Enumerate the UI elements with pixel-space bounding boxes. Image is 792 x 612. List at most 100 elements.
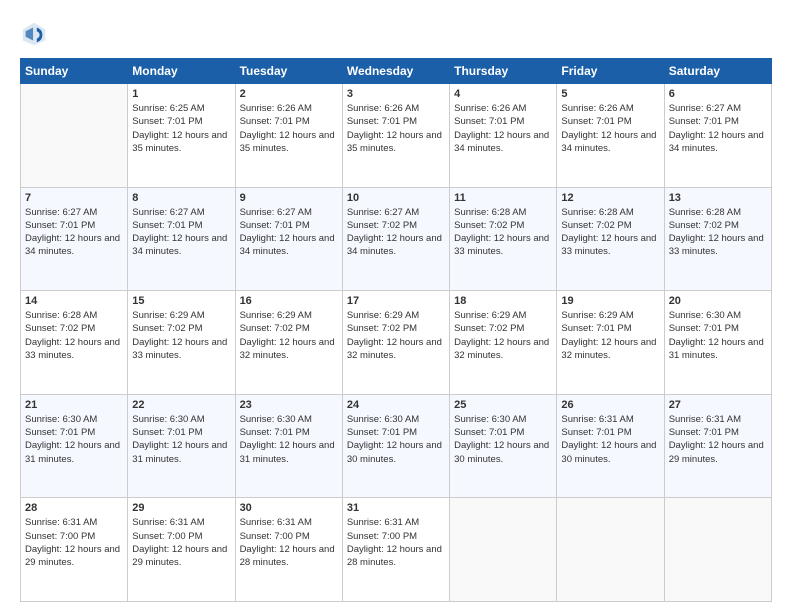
- day-number: 24: [347, 399, 445, 411]
- day-number: 3: [347, 88, 445, 100]
- calendar-cell: 31 Sunrise: 6:31 AMSunset: 7:00 PMDayligh…: [342, 498, 449, 602]
- calendar-cell: [21, 84, 128, 188]
- day-number: 18: [454, 295, 552, 307]
- day-info: Sunrise: 6:31 AMSunset: 7:00 PMDaylight:…: [132, 516, 230, 569]
- day-number: 27: [669, 399, 767, 411]
- day-info: Sunrise: 6:29 AMSunset: 7:02 PMDaylight:…: [347, 309, 445, 362]
- day-number: 21: [25, 399, 123, 411]
- day-info: Sunrise: 6:30 AMSunset: 7:01 PMDaylight:…: [25, 413, 123, 466]
- day-info: Sunrise: 6:27 AMSunset: 7:01 PMDaylight:…: [132, 206, 230, 259]
- calendar-cell: 21 Sunrise: 6:30 AMSunset: 7:01 PMDayligh…: [21, 394, 128, 498]
- day-number: 14: [25, 295, 123, 307]
- page: SundayMondayTuesdayWednesdayThursdayFrid…: [0, 0, 792, 612]
- day-number: 20: [669, 295, 767, 307]
- calendar-cell: 3 Sunrise: 6:26 AMSunset: 7:01 PMDaylight…: [342, 84, 449, 188]
- day-number: 16: [240, 295, 338, 307]
- day-number: 17: [347, 295, 445, 307]
- day-number: 7: [25, 192, 123, 204]
- day-info: Sunrise: 6:29 AMSunset: 7:02 PMDaylight:…: [132, 309, 230, 362]
- calendar-cell: 4 Sunrise: 6:26 AMSunset: 7:01 PMDaylight…: [450, 84, 557, 188]
- calendar-cell: 11 Sunrise: 6:28 AMSunset: 7:02 PMDayligh…: [450, 187, 557, 291]
- calendar-cell: 1 Sunrise: 6:25 AMSunset: 7:01 PMDaylight…: [128, 84, 235, 188]
- day-number: 30: [240, 502, 338, 514]
- day-info: Sunrise: 6:27 AMSunset: 7:01 PMDaylight:…: [240, 206, 338, 259]
- day-info: Sunrise: 6:31 AMSunset: 7:00 PMDaylight:…: [25, 516, 123, 569]
- day-number: 4: [454, 88, 552, 100]
- day-info: Sunrise: 6:30 AMSunset: 7:01 PMDaylight:…: [669, 309, 767, 362]
- calendar-table: SundayMondayTuesdayWednesdayThursdayFrid…: [20, 58, 772, 602]
- day-info: Sunrise: 6:26 AMSunset: 7:01 PMDaylight:…: [240, 102, 338, 155]
- calendar-cell: 2 Sunrise: 6:26 AMSunset: 7:01 PMDaylight…: [235, 84, 342, 188]
- day-number: 26: [561, 399, 659, 411]
- logo-icon: [20, 20, 48, 48]
- calendar-week-row: 21 Sunrise: 6:30 AMSunset: 7:01 PMDayligh…: [21, 394, 772, 498]
- calendar-cell: 9Sunrise: 6:27 AMSunset: 7:01 PMDaylight…: [235, 187, 342, 291]
- logo: [20, 20, 52, 48]
- day-number: 31: [347, 502, 445, 514]
- day-info: Sunrise: 6:27 AMSunset: 7:01 PMDaylight:…: [669, 102, 767, 155]
- calendar-cell: [557, 498, 664, 602]
- day-number: 11: [454, 192, 552, 204]
- day-info: Sunrise: 6:31 AMSunset: 7:00 PMDaylight:…: [240, 516, 338, 569]
- day-info: Sunrise: 6:31 AMSunset: 7:00 PMDaylight:…: [347, 516, 445, 569]
- day-info: Sunrise: 6:26 AMSunset: 7:01 PMDaylight:…: [561, 102, 659, 155]
- calendar-cell: [450, 498, 557, 602]
- day-number: 5: [561, 88, 659, 100]
- day-info: Sunrise: 6:31 AMSunset: 7:01 PMDaylight:…: [561, 413, 659, 466]
- calendar-cell: 20 Sunrise: 6:30 AMSunset: 7:01 PMDayligh…: [664, 291, 771, 395]
- weekday-header-wednesday: Wednesday: [342, 59, 449, 84]
- day-info: Sunrise: 6:28 AMSunset: 7:02 PMDaylight:…: [454, 206, 552, 259]
- calendar-week-row: 7 Sunrise: 6:27 AMSunset: 7:01 PMDaylight…: [21, 187, 772, 291]
- day-number: 28: [25, 502, 123, 514]
- day-number: 8: [132, 192, 230, 204]
- calendar-cell: 25Sunrise: 6:30 AMSunset: 7:01 PMDayligh…: [450, 394, 557, 498]
- weekday-header-sunday: Sunday: [21, 59, 128, 84]
- calendar-cell: 23Sunrise: 6:30 AMSunset: 7:01 PMDayligh…: [235, 394, 342, 498]
- weekday-header-saturday: Saturday: [664, 59, 771, 84]
- day-info: Sunrise: 6:30 AMSunset: 7:01 PMDaylight:…: [132, 413, 230, 466]
- day-info: Sunrise: 6:31 AMSunset: 7:01 PMDaylight:…: [669, 413, 767, 466]
- day-number: 29: [132, 502, 230, 514]
- day-number: 2: [240, 88, 338, 100]
- calendar-week-row: 14 Sunrise: 6:28 AMSunset: 7:02 PMDayligh…: [21, 291, 772, 395]
- day-info: Sunrise: 6:30 AMSunset: 7:01 PMDaylight:…: [454, 413, 552, 466]
- weekday-header-friday: Friday: [557, 59, 664, 84]
- day-number: 12: [561, 192, 659, 204]
- day-number: 15: [132, 295, 230, 307]
- day-number: 10: [347, 192, 445, 204]
- day-number: 13: [669, 192, 767, 204]
- calendar-cell: 27 Sunrise: 6:31 AMSunset: 7:01 PMDayligh…: [664, 394, 771, 498]
- calendar-cell: 5 Sunrise: 6:26 AMSunset: 7:01 PMDaylight…: [557, 84, 664, 188]
- calendar-cell: 17 Sunrise: 6:29 AMSunset: 7:02 PMDayligh…: [342, 291, 449, 395]
- calendar-cell: [664, 498, 771, 602]
- calendar-cell: 19Sunrise: 6:29 AMSunset: 7:01 PMDayligh…: [557, 291, 664, 395]
- day-info: Sunrise: 6:29 AMSunset: 7:01 PMDaylight:…: [561, 309, 659, 362]
- calendar-cell: 22 Sunrise: 6:30 AMSunset: 7:01 PMDayligh…: [128, 394, 235, 498]
- calendar-cell: 28 Sunrise: 6:31 AMSunset: 7:00 PMDayligh…: [21, 498, 128, 602]
- calendar-cell: 30 Sunrise: 6:31 AMSunset: 7:00 PMDayligh…: [235, 498, 342, 602]
- day-number: 6: [669, 88, 767, 100]
- weekday-header-row: SundayMondayTuesdayWednesdayThursdayFrid…: [21, 59, 772, 84]
- calendar-cell: 16Sunrise: 6:29 AMSunset: 7:02 PMDayligh…: [235, 291, 342, 395]
- day-info: Sunrise: 6:26 AMSunset: 7:01 PMDaylight:…: [454, 102, 552, 155]
- day-info: Sunrise: 6:25 AMSunset: 7:01 PMDaylight:…: [132, 102, 230, 155]
- weekday-header-thursday: Thursday: [450, 59, 557, 84]
- calendar-cell: 29 Sunrise: 6:31 AMSunset: 7:00 PMDayligh…: [128, 498, 235, 602]
- day-info: Sunrise: 6:27 AMSunset: 7:02 PMDaylight:…: [347, 206, 445, 259]
- calendar-cell: 24 Sunrise: 6:30 AMSunset: 7:01 PMDayligh…: [342, 394, 449, 498]
- weekday-header-tuesday: Tuesday: [235, 59, 342, 84]
- day-number: 22: [132, 399, 230, 411]
- calendar-week-row: 28 Sunrise: 6:31 AMSunset: 7:00 PMDayligh…: [21, 498, 772, 602]
- day-number: 1: [132, 88, 230, 100]
- day-info: Sunrise: 6:28 AMSunset: 7:02 PMDaylight:…: [561, 206, 659, 259]
- day-info: Sunrise: 6:28 AMSunset: 7:02 PMDaylight:…: [669, 206, 767, 259]
- day-info: Sunrise: 6:28 AMSunset: 7:02 PMDaylight:…: [25, 309, 123, 362]
- header: [20, 20, 772, 48]
- day-info: Sunrise: 6:27 AMSunset: 7:01 PMDaylight:…: [25, 206, 123, 259]
- day-number: 23: [240, 399, 338, 411]
- calendar-cell: 10 Sunrise: 6:27 AMSunset: 7:02 PMDayligh…: [342, 187, 449, 291]
- day-info: Sunrise: 6:30 AMSunset: 7:01 PMDaylight:…: [347, 413, 445, 466]
- day-info: Sunrise: 6:26 AMSunset: 7:01 PMDaylight:…: [347, 102, 445, 155]
- calendar-cell: 12 Sunrise: 6:28 AMSunset: 7:02 PMDayligh…: [557, 187, 664, 291]
- calendar-cell: 13 Sunrise: 6:28 AMSunset: 7:02 PMDayligh…: [664, 187, 771, 291]
